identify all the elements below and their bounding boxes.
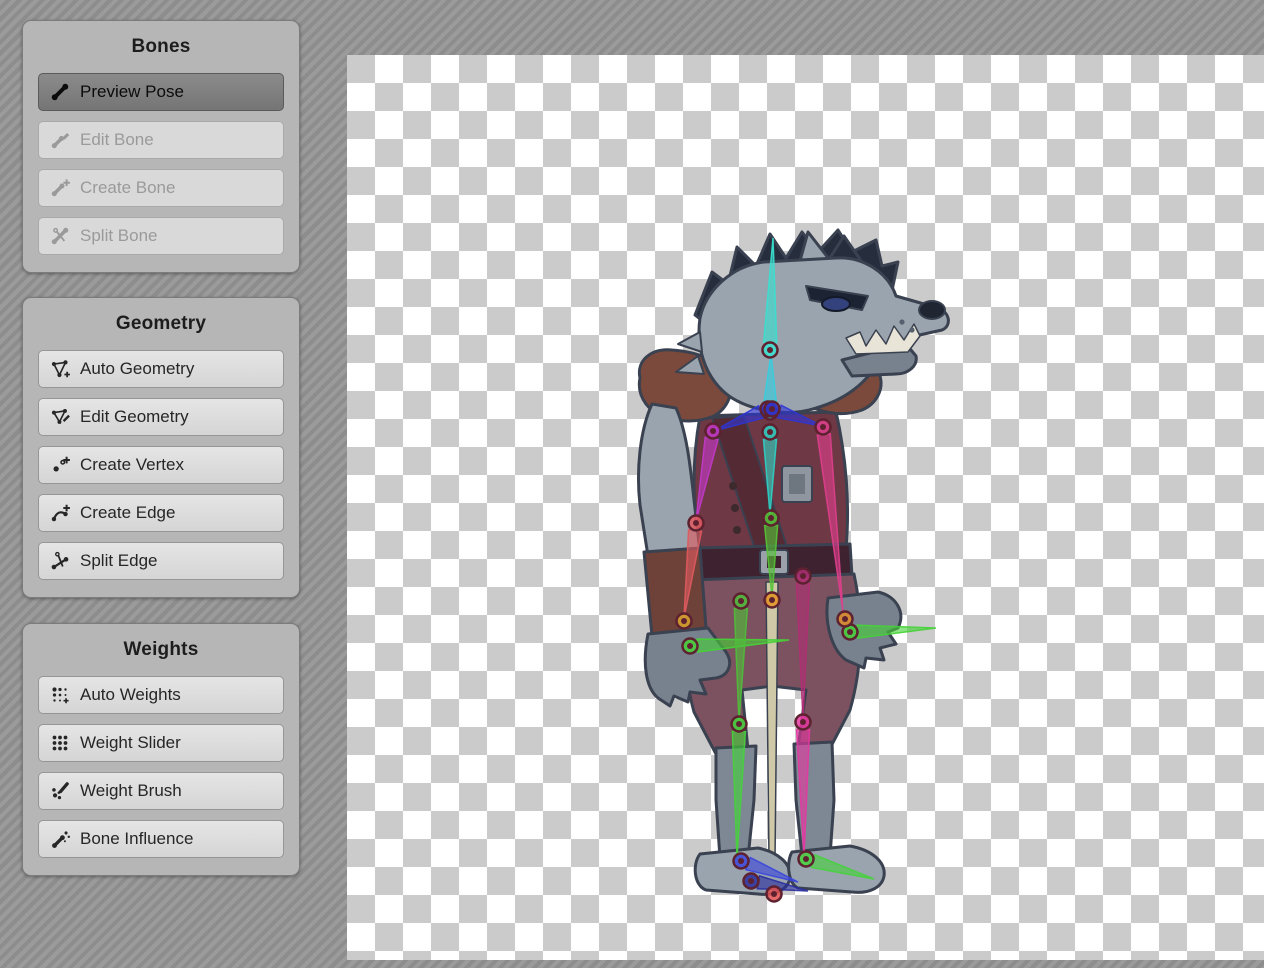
bone-influence-label: Bone Influence [80,829,193,849]
weight-slider-icon [49,732,71,754]
joint-pivot-arm-right [820,424,826,430]
weight-slider-button[interactable]: Weight Slider [38,724,284,762]
create-vertex-icon [49,454,71,476]
weight-brush-icon [49,780,71,802]
preview-pose-icon [49,81,71,103]
joint-pivot-wrist-right [842,616,848,622]
joint-pivot-thigh-left [738,598,744,604]
split-edge-label: Split Edge [80,551,158,571]
weight-slider-label: Weight Slider [80,733,181,753]
weight-brush-label: Weight Brush [80,781,182,801]
joint-pivot-toe-left [748,878,754,884]
joint-pivot-thigh-right [800,573,806,579]
edit-bone-label: Edit Bone [80,130,154,150]
create-edge-button[interactable]: Create Edge [38,494,284,532]
joint-pivot-foot-right [803,856,809,862]
create-edge-label: Create Edge [80,503,175,523]
joint-pivot-wrist-left [681,618,687,624]
bone-influence-icon [49,828,71,850]
joint-pivot-shin-left [736,721,742,727]
edit-bone-icon [49,129,71,151]
auto-geometry-icon [49,358,71,380]
joint-pivot-pelvis [769,597,775,603]
bone-influence-button[interactable]: Bone Influence [38,820,284,858]
preview-pose-label: Preview Pose [80,82,184,102]
create-bone-button[interactable]: Create Bone [38,169,284,207]
panel-title-geometry: Geometry [38,313,284,335]
auto-geometry-button[interactable]: Auto Geometry [38,350,284,388]
split-edge-button[interactable]: Split Edge [38,542,284,580]
panel-title-bones: Bones [38,36,284,58]
create-bone-icon [49,177,71,199]
panel-title-weights: Weights [38,639,284,661]
auto-geometry-label: Auto Geometry [80,359,194,379]
skinning-editor: { "panels": [ { "title": "Bones", "butto… [0,0,1264,968]
joint-pivot-spine-upper [767,429,773,435]
create-bone-label: Create Bone [80,178,175,198]
create-edge-icon [49,502,71,524]
joint-pivot-head [767,347,773,353]
panel-weights: Weights Auto Weights Weight Slider Weigh… [22,623,300,876]
split-bone-icon [49,225,71,247]
joint-pivot-foot-left [738,858,744,864]
joint-pivot-spine-lower [768,515,774,521]
joint-pivot-shin-right [800,719,806,725]
auto-weights-button[interactable]: Auto Weights [38,676,284,714]
auto-weights-label: Auto Weights [80,685,181,705]
split-edge-icon [49,550,71,572]
edit-geometry-icon [49,406,71,428]
joint-pivot-forearm-left [693,520,699,526]
joint-pivot-toe-end [771,891,777,897]
edit-geometry-button[interactable]: Edit Geometry [38,398,284,436]
create-vertex-button[interactable]: Create Vertex [38,446,284,484]
joint-pivot-upper-arm-left [710,428,716,434]
panel-bones: Bones Preview Pose Edit Bone Create Bone… [22,20,300,273]
joint-pivot-hand-left [687,643,693,649]
weight-brush-button[interactable]: Weight Brush [38,772,284,810]
joint-pivot-clavicle-right [769,406,775,412]
split-bone-label: Split Bone [80,226,158,246]
create-vertex-label: Create Vertex [80,455,184,475]
split-bone-button[interactable]: Split Bone [38,217,284,255]
edit-geometry-label: Edit Geometry [80,407,189,427]
joint-pivot-hand-right [847,629,853,635]
edit-bone-button[interactable]: Edit Bone [38,121,284,159]
panel-geometry: Geometry Auto Geometry Edit Geometry Cre… [22,297,300,598]
preview-pose-button[interactable]: Preview Pose [38,73,284,111]
auto-weights-icon [49,684,71,706]
